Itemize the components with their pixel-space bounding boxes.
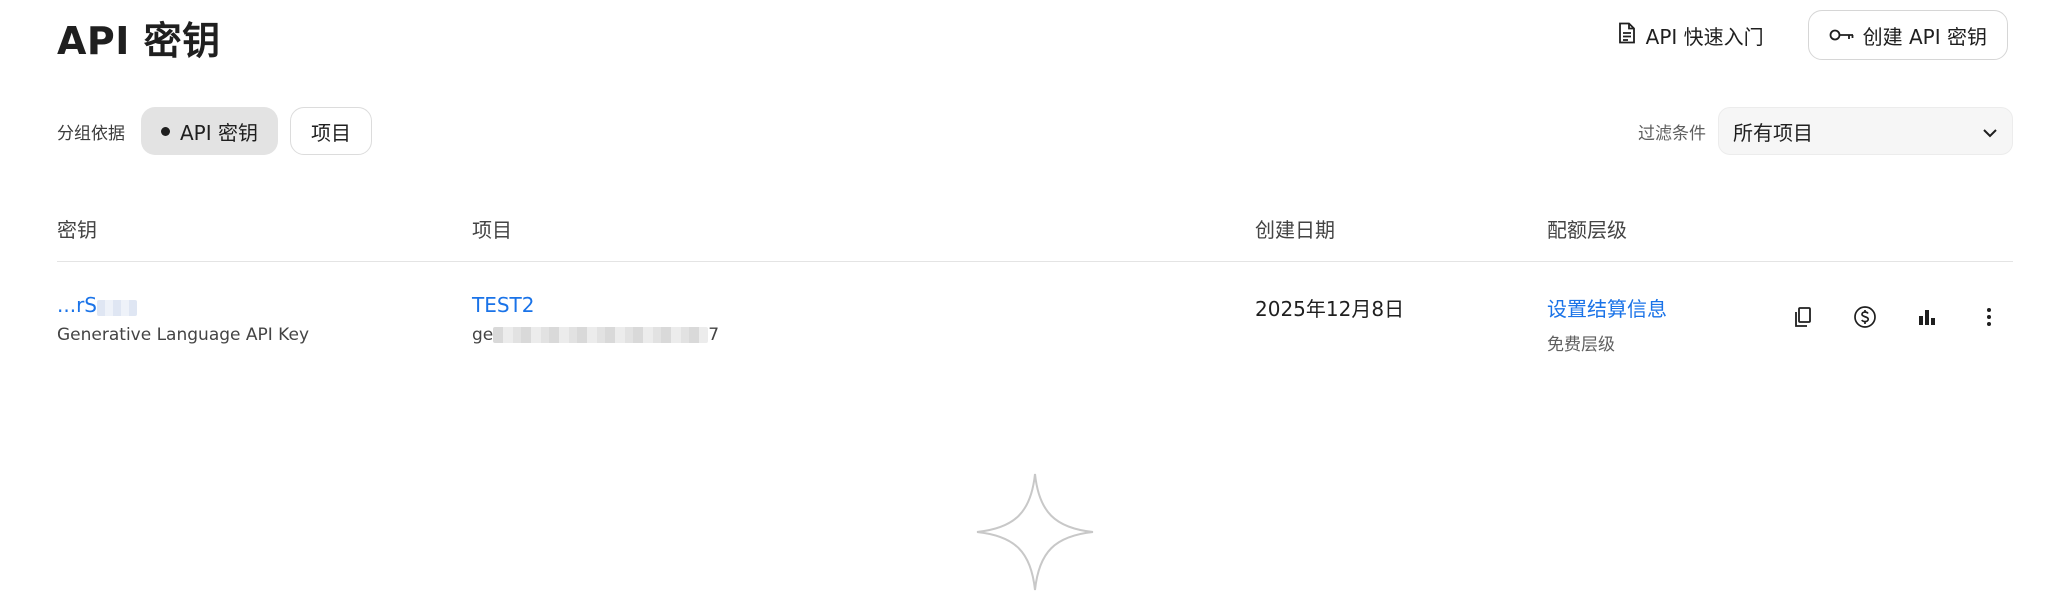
page-title: API 密钥 xyxy=(57,19,221,63)
copy-key-button[interactable] xyxy=(1787,303,1819,335)
created-date-cell: 2025年12月8日 xyxy=(1255,293,1404,322)
group-by-label: 分组依据 xyxy=(57,123,125,144)
project-filter-select[interactable]: 所有项目 xyxy=(1718,107,2013,155)
project-id-suffix: 7 xyxy=(708,325,720,345)
group-by-project-chip[interactable]: 项目 xyxy=(290,107,372,155)
more-vert-icon xyxy=(1986,307,1992,331)
copy-icon xyxy=(1793,306,1813,332)
redacted-project-id xyxy=(493,327,709,343)
filter-selected-value: 所有项目 xyxy=(1733,120,1813,145)
sparkle-icon xyxy=(975,472,1095,596)
bar-chart-icon xyxy=(1917,307,1937,331)
set-billing-link[interactable]: 设置结算信息 xyxy=(1547,293,1667,322)
chip-label: 项目 xyxy=(311,120,351,145)
key-cell: ...rS Generative Language API Key xyxy=(57,293,309,345)
more-options-button[interactable] xyxy=(1973,303,2005,335)
project-id: ge 7 xyxy=(472,325,719,345)
redacted-key xyxy=(97,299,137,316)
filter-label: 过滤条件 xyxy=(1638,123,1706,144)
column-header-key: 密钥 xyxy=(57,218,97,242)
chevron-down-icon xyxy=(1982,119,1998,143)
header-actions: API 快速入门 创建 API 密钥 xyxy=(1604,10,2008,60)
create-api-key-button[interactable]: 创建 API 密钥 xyxy=(1807,10,2008,60)
group-by-control: 分组依据 API 密钥 项目 xyxy=(57,107,372,155)
key-description: Generative Language API Key xyxy=(57,325,310,345)
project-link[interactable]: TEST2 xyxy=(472,293,719,317)
column-header-project: 项目 xyxy=(472,218,512,242)
api-keys-page: API 密钥 API 快速入门 创建 API 密钥 分组依据 API 密钥 项目… xyxy=(0,0,2058,603)
api-key-prefix: ...rS xyxy=(57,293,97,317)
project-id-prefix: ge xyxy=(472,325,494,345)
group-by-api-key-chip[interactable]: API 密钥 xyxy=(141,107,278,155)
api-key-link[interactable]: ...rS xyxy=(57,293,309,317)
column-header-created-date: 创建日期 xyxy=(1255,218,1335,242)
selected-dot-icon xyxy=(161,126,170,136)
create-api-key-label: 创建 API 密钥 xyxy=(1862,24,1987,49)
row-actions xyxy=(1787,303,2005,335)
table-row: ...rS Generative Language API Key TEST2 … xyxy=(57,285,2013,365)
created-date: 2025年12月8日 xyxy=(1255,297,1405,321)
quota-tier-cell: 设置结算信息 免费层级 xyxy=(1547,293,1667,355)
project-cell: TEST2 ge 7 xyxy=(472,293,719,345)
table-header: 密钥 项目 创建日期 配额层级 xyxy=(57,210,2013,262)
usage-button[interactable] xyxy=(1911,303,1943,335)
quota-tier-label: 免费层级 xyxy=(1547,335,1615,355)
api-quickstart-link[interactable]: API 快速入门 xyxy=(1604,11,1778,59)
column-header-quota-tier: 配额层级 xyxy=(1547,218,1627,242)
dollar-circle-icon xyxy=(1853,305,1877,333)
billing-button[interactable] xyxy=(1849,303,1881,335)
chip-label: API 密钥 xyxy=(180,120,258,145)
document-icon xyxy=(1618,22,1636,49)
key-icon xyxy=(1829,23,1855,47)
api-quickstart-label: API 快速入门 xyxy=(1645,24,1764,49)
filter-control: 过滤条件 所有项目 xyxy=(1638,107,2013,155)
